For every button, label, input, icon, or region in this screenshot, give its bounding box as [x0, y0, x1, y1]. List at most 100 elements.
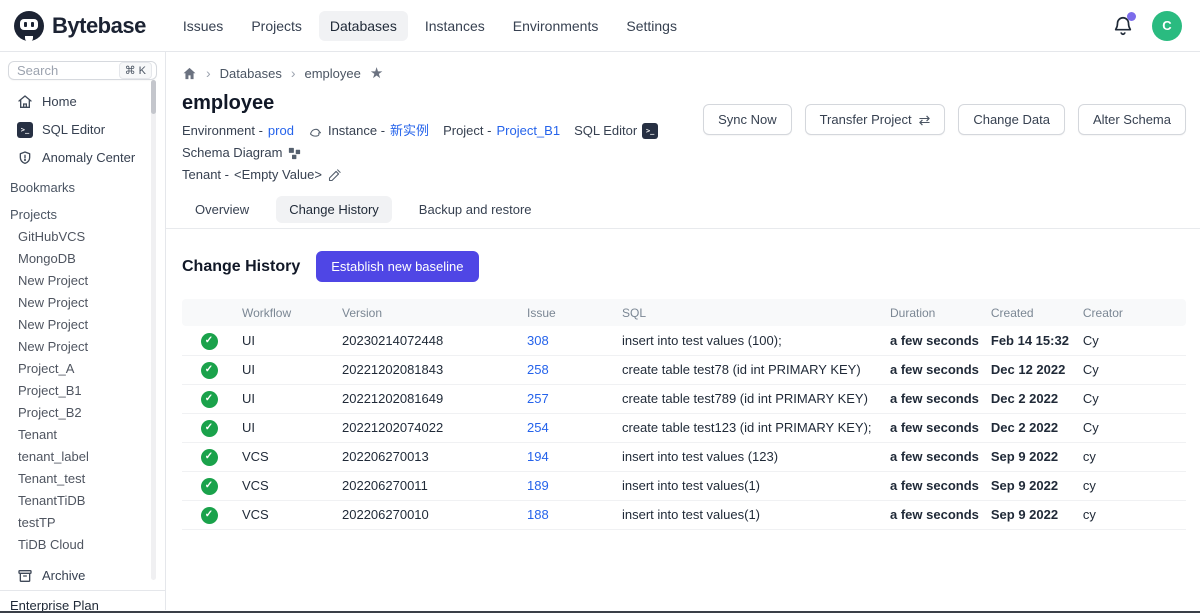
change-history-row[interactable]: ✓ UI 20230214072448 308 insert into test…: [182, 326, 1186, 355]
success-check-icon: ✓: [201, 420, 218, 437]
plan-label[interactable]: Enterprise Plan: [0, 590, 165, 613]
edit-pencil-icon[interactable]: [327, 168, 342, 183]
sidebar-project-item[interactable]: testTP: [0, 512, 165, 534]
issue-link[interactable]: 308: [527, 333, 549, 348]
tab[interactable]: Change History: [276, 196, 392, 223]
cell-created: Dec 2 2022: [985, 413, 1077, 442]
change-history-row[interactable]: ✓ UI 20221202081649 257 create table tes…: [182, 384, 1186, 413]
cell-workflow: UI: [236, 355, 336, 384]
success-check-icon: ✓: [201, 362, 218, 379]
cell-issue: 188: [521, 500, 616, 529]
cell-duration: a few seconds: [884, 384, 985, 413]
search-box[interactable]: ⌘ K: [8, 61, 157, 80]
sidebar-project-item[interactable]: TenantTiDB: [0, 490, 165, 512]
sync-now-button[interactable]: Sync Now: [703, 104, 792, 135]
cell-creator: Cy: [1077, 326, 1186, 355]
sidebar-item-sql-editor[interactable]: >_ SQL Editor: [0, 116, 165, 144]
project-link[interactable]: Project_B1: [496, 120, 560, 142]
issue-link[interactable]: 257: [527, 391, 549, 406]
sidebar-scrollbar[interactable]: [151, 80, 156, 580]
issue-link[interactable]: 189: [527, 478, 549, 493]
user-avatar[interactable]: C: [1152, 11, 1182, 41]
issue-link[interactable]: 188: [527, 507, 549, 522]
establish-baseline-button[interactable]: Establish new baseline: [316, 251, 478, 282]
sidebar-item-label: Archive: [42, 568, 85, 584]
sidebar-project-item[interactable]: New Project: [0, 270, 165, 292]
nav-item[interactable]: Settings: [615, 11, 688, 41]
change-history-row[interactable]: ✓ VCS 202206270010 188 insert into test …: [182, 500, 1186, 529]
bytebase-logo[interactable]: Bytebase: [14, 11, 146, 41]
sidebar-project-item[interactable]: New Project: [0, 292, 165, 314]
environment-label: Environment -: [182, 120, 263, 142]
cell-sql: create table test789 (id int PRIMARY KEY…: [616, 384, 884, 413]
tabs-divider: [166, 228, 1200, 229]
schema-diagram-icon: [287, 146, 302, 161]
database-meta: Environment - prod Instance - 新实例 Projec…: [182, 120, 762, 186]
cell-workflow: VCS: [236, 471, 336, 500]
nav-item[interactable]: Environments: [502, 11, 610, 41]
cell-created: Sep 9 2022: [985, 442, 1077, 471]
nav-item[interactable]: Databases: [319, 11, 408, 41]
tab[interactable]: Overview: [182, 196, 262, 223]
cell-issue: 257: [521, 384, 616, 413]
sidebar-project-item[interactable]: Project_B1: [0, 380, 165, 402]
alter-schema-button[interactable]: Alter Schema: [1078, 104, 1186, 135]
change-history-row[interactable]: ✓ UI 20221202074022 254 create table tes…: [182, 413, 1186, 442]
issue-link[interactable]: 194: [527, 449, 549, 464]
transfer-project-button[interactable]: Transfer Project ⇄: [805, 104, 946, 135]
main-nav: Issues Projects Databases Instances Envi…: [172, 11, 688, 41]
sidebar-item-archive[interactable]: Archive: [0, 562, 165, 590]
cell-workflow: UI: [236, 384, 336, 413]
change-history-row[interactable]: ✓ VCS 202206270013 194 insert into test …: [182, 442, 1186, 471]
change-data-button[interactable]: Change Data: [958, 104, 1065, 135]
cell-version: 20230214072448: [336, 326, 521, 355]
sidebar-item-home[interactable]: Home: [0, 88, 165, 116]
terminal-icon: >_: [17, 122, 33, 138]
sidebar-item-label: SQL Editor: [42, 122, 105, 138]
sidebar-project-item[interactable]: tenant_label: [0, 446, 165, 468]
database-tabs: Overview Change History Backup and resto…: [182, 196, 1186, 223]
sidebar-project-item[interactable]: TiDB Cloud: [0, 534, 165, 556]
home-icon[interactable]: [182, 66, 197, 81]
sidebar-project-item[interactable]: GitHubVCS: [0, 226, 165, 248]
environment-link[interactable]: prod: [268, 120, 294, 142]
instance-link[interactable]: 新实例: [390, 120, 429, 142]
change-history-row[interactable]: ✓ VCS 202206270011 189 insert into test …: [182, 471, 1186, 500]
nav-item[interactable]: Projects: [240, 11, 313, 41]
search-input[interactable]: [17, 63, 119, 78]
sql-editor-link[interactable]: SQL Editor >_: [574, 120, 658, 142]
sidebar-scrollbar-thumb[interactable]: [151, 80, 156, 114]
project-list: GitHubVCS MongoDB New Project New Projec…: [0, 226, 165, 556]
issue-link[interactable]: 254: [527, 420, 549, 435]
sidebar-item-label: Anomaly Center: [42, 150, 135, 166]
sidebar-project-item[interactable]: Project_A: [0, 358, 165, 380]
sidebar-project-item[interactable]: Project_B2: [0, 402, 165, 424]
home-icon: [17, 94, 33, 110]
cell-status: ✓: [182, 442, 236, 471]
schema-diagram-link[interactable]: Schema Diagram: [182, 142, 302, 164]
sidebar-project-item[interactable]: MongoDB: [0, 248, 165, 270]
change-history-table: Workflow Version Issue SQL Duration Crea…: [182, 299, 1186, 530]
breadcrumb-employee[interactable]: employee: [305, 66, 361, 81]
notifications-button[interactable]: [1112, 15, 1134, 37]
sidebar-project-item[interactable]: Tenant: [0, 424, 165, 446]
change-history-heading: Change History: [182, 258, 300, 276]
cell-created: Dec 12 2022: [985, 355, 1077, 384]
col-creator: Creator: [1077, 299, 1186, 326]
change-history-row[interactable]: ✓ UI 20221202081843 258 create table tes…: [182, 355, 1186, 384]
cell-issue: 308: [521, 326, 616, 355]
top-navbar: Bytebase Issues Projects Databases Insta…: [0, 0, 1200, 52]
tab[interactable]: Backup and restore: [406, 196, 545, 223]
cell-issue: 258: [521, 355, 616, 384]
nav-item[interactable]: Issues: [172, 11, 234, 41]
issue-link[interactable]: 258: [527, 362, 549, 377]
sidebar-item-anomaly-center[interactable]: Anomaly Center: [0, 144, 165, 172]
sidebar-project-item[interactable]: Tenant_test: [0, 468, 165, 490]
success-check-icon: ✓: [201, 507, 218, 524]
sidebar-project-item[interactable]: New Project: [0, 336, 165, 358]
breadcrumb-databases[interactable]: Databases: [220, 66, 282, 81]
cell-version: 20221202074022: [336, 413, 521, 442]
bookmark-star-icon[interactable]: ★: [370, 66, 383, 81]
sidebar-project-item[interactable]: New Project: [0, 314, 165, 336]
nav-item[interactable]: Instances: [414, 11, 496, 41]
